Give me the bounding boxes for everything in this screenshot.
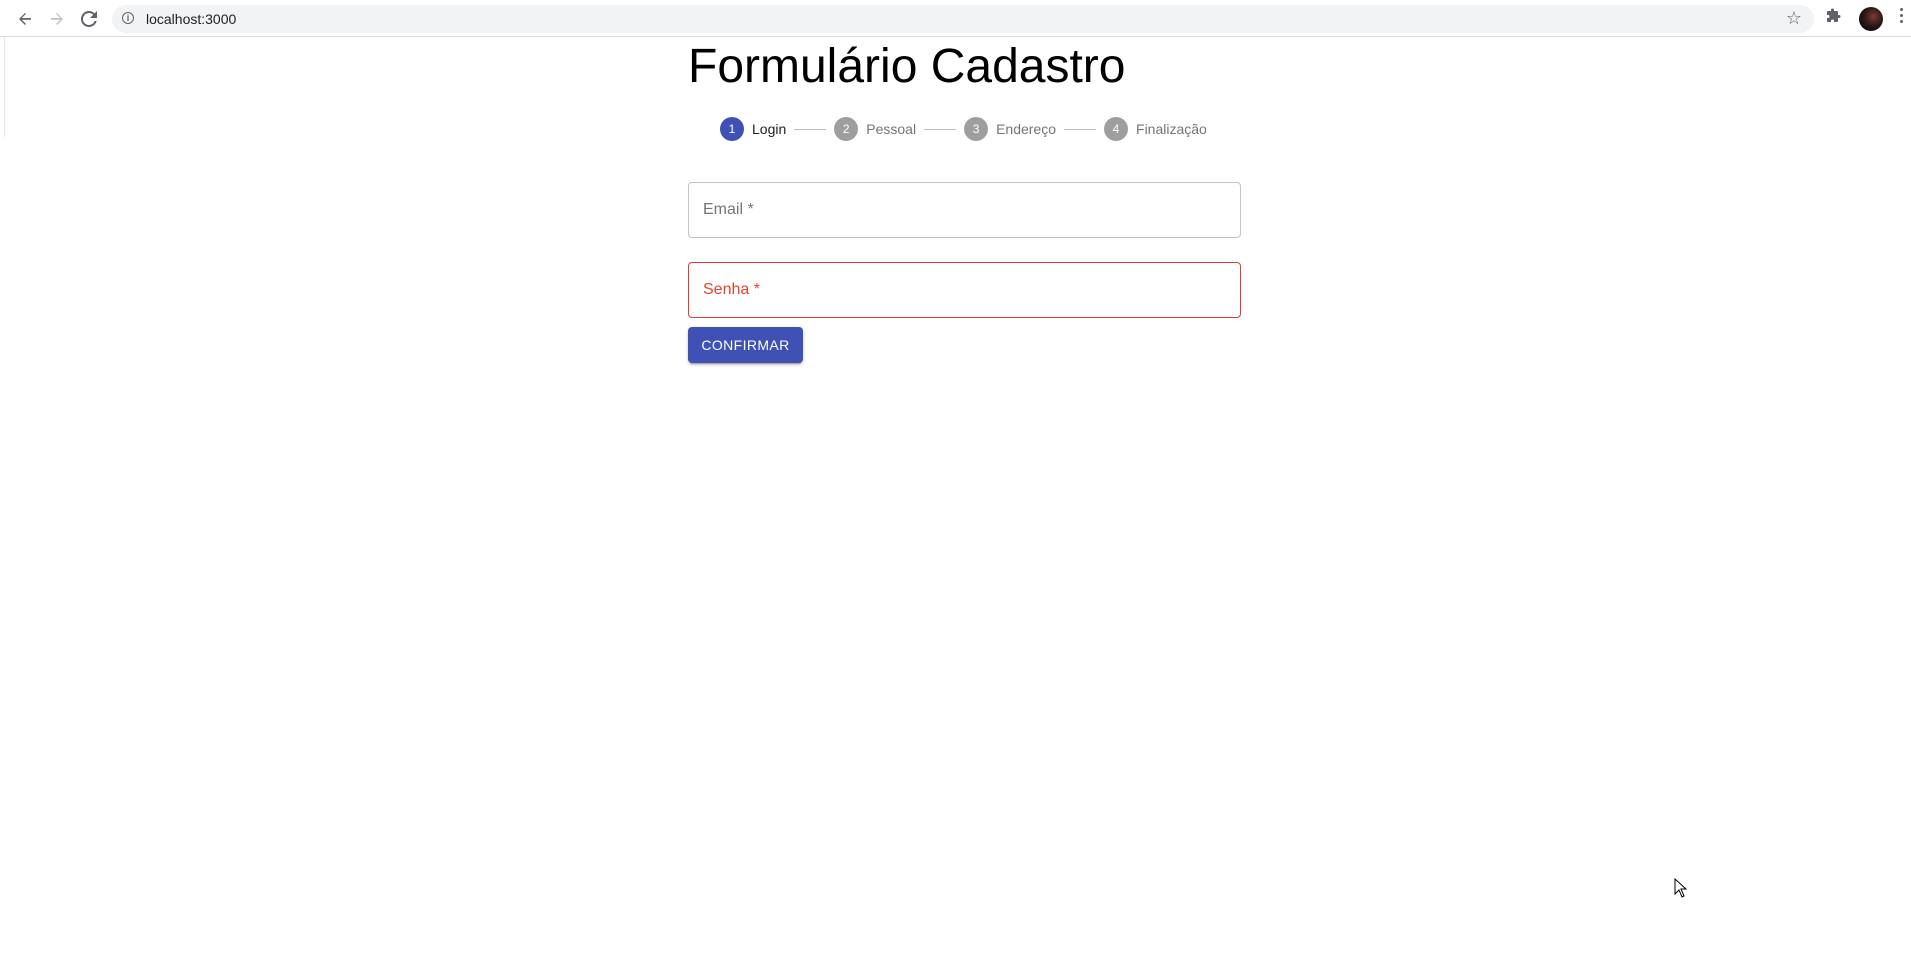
step-finalizacao: 4 Finalização: [1104, 117, 1207, 141]
step-pessoal: 2 Pessoal: [834, 117, 916, 141]
address-bar[interactable]: i localhost:3000 ☆: [112, 5, 1814, 33]
left-edge-divider: [0, 37, 5, 137]
step-label-login: Login: [752, 121, 787, 137]
step-number-2: 2: [834, 117, 859, 141]
info-icon[interactable]: i: [122, 12, 134, 24]
extensions-puzzle-icon[interactable]: [1826, 8, 1842, 29]
step-label-endereco: Endereço: [996, 121, 1057, 137]
forward-arrow-icon[interactable]: [44, 6, 70, 32]
profile-avatar[interactable]: [1859, 7, 1883, 31]
step-label-finalizacao: Finalização: [1136, 121, 1207, 137]
step-login: 1 Login: [720, 117, 786, 141]
step-connector: [794, 128, 827, 130]
kebab-menu-icon[interactable]: [1900, 8, 1904, 23]
back-arrow-icon[interactable]: [12, 6, 38, 32]
url-text[interactable]: localhost:3000: [146, 11, 236, 27]
step-label-pessoal: Pessoal: [866, 121, 917, 137]
step-number-1: 1: [720, 117, 744, 141]
bookmark-star-icon[interactable]: ☆: [1786, 8, 1802, 29]
step-endereco: 3 Endereço: [964, 117, 1056, 141]
mouse-cursor-icon: [1674, 877, 1688, 903]
step-number-4: 4: [1104, 117, 1129, 141]
step-connector: [1064, 128, 1097, 130]
email-field-label: Email *: [703, 201, 754, 218]
browser-toolbar: i localhost:3000 ☆: [0, 0, 1911, 37]
step-connector: [924, 128, 957, 130]
reload-icon[interactable]: [76, 6, 102, 32]
password-field-label: Senha *: [703, 281, 760, 298]
step-number-3: 3: [964, 117, 989, 141]
stepper: 1 Login 2 Pessoal 3 Endereço 4 Finalizaç…: [720, 117, 1207, 141]
confirm-button[interactable]: CONFIRMAR: [688, 327, 803, 363]
password-field[interactable]: Senha *: [688, 262, 1241, 318]
page-title: Formulário Cadastro: [688, 40, 1126, 93]
email-field[interactable]: Email *: [688, 182, 1241, 238]
